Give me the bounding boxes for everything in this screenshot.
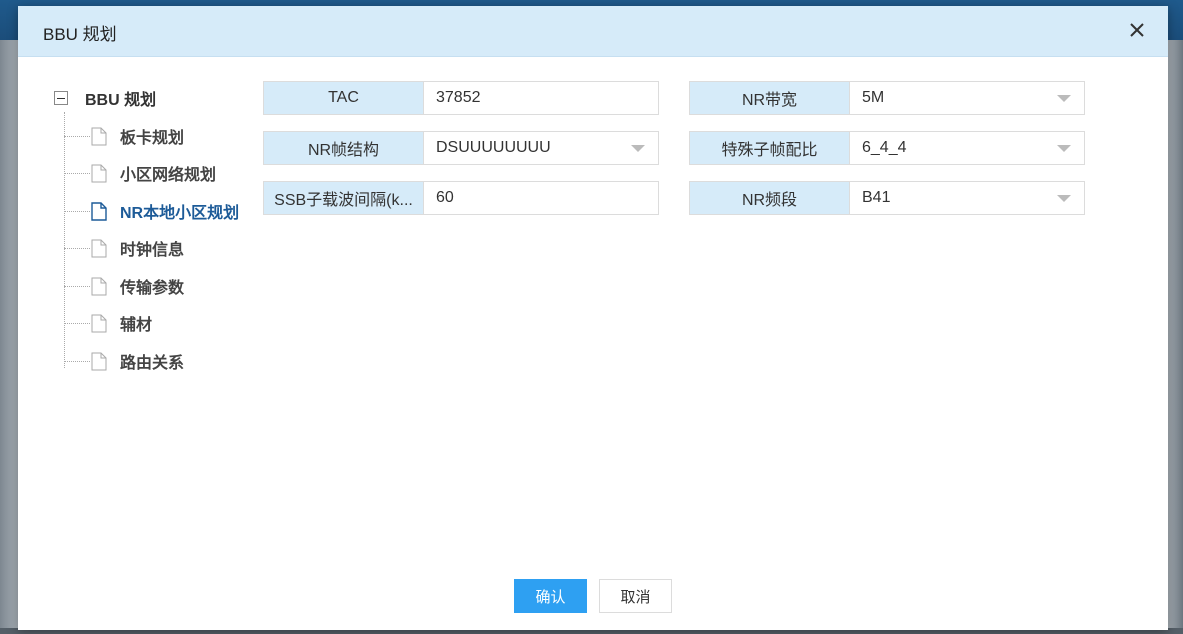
special-subframe-value: 6_4_4 <box>862 139 907 156</box>
nr-frame-structure-value: DSUUUUUUUU <box>436 139 551 156</box>
nr-band-select[interactable]: B41 <box>850 182 1084 214</box>
nr-frame-structure-field: NR帧结构 DSUUUUUUUU <box>263 131 659 165</box>
document-icon <box>91 127 107 145</box>
nr-band-label: NR频段 <box>690 182 850 214</box>
bbu-planning-dialog: BBU 规划 BBU 规划 板卡规划 小区网络规划 NR本地小区规划 时钟信息 … <box>18 6 1168 630</box>
nr-frame-structure-select[interactable]: DSUUUUUUUU <box>424 132 658 164</box>
chevron-down-icon <box>631 145 645 152</box>
planning-tree: BBU 规划 板卡规划 小区网络规划 NR本地小区规划 时钟信息 传输参数 辅材… <box>54 84 254 384</box>
document-icon <box>91 239 107 257</box>
tree-item-label: NR本地小区规划 <box>120 205 240 222</box>
document-icon <box>91 277 107 295</box>
nr-bandwidth-select[interactable]: 5M <box>850 82 1084 114</box>
nr-bandwidth-field: NR带宽 5M <box>689 81 1085 115</box>
tree-root-label: BBU 规划 <box>85 92 157 109</box>
tree-item-clock-info[interactable]: 时钟信息 <box>64 234 184 262</box>
cancel-button[interactable]: 取消 <box>599 579 672 613</box>
ssb-subcarrier-spacing-cell <box>424 182 658 214</box>
nr-bandwidth-value: 5M <box>862 89 885 106</box>
tree-item-board-planning[interactable]: 板卡规划 <box>64 122 184 150</box>
tac-value-cell <box>424 82 658 114</box>
close-button[interactable] <box>1124 17 1150 43</box>
tree-item-cell-network-planning[interactable]: 小区网络规划 <box>64 159 216 187</box>
tac-input[interactable] <box>436 89 646 107</box>
tree-root[interactable]: BBU 规划 <box>54 84 156 112</box>
tree-item-nr-local-cell-planning[interactable]: NR本地小区规划 <box>64 197 239 225</box>
document-icon <box>91 314 107 332</box>
tree-item-label: 路由关系 <box>120 355 185 372</box>
tree-item-label: 传输参数 <box>120 280 185 297</box>
special-subframe-field: 特殊子帧配比 6_4_4 <box>689 131 1085 165</box>
dialog-title: BBU 规划 <box>43 25 117 44</box>
special-subframe-select[interactable]: 6_4_4 <box>850 132 1084 164</box>
chevron-down-icon <box>1057 195 1071 202</box>
tac-label: TAC <box>264 82 424 114</box>
close-icon <box>1130 23 1144 37</box>
ssb-subcarrier-spacing-field: SSB子载波间隔(k... <box>263 181 659 215</box>
background-app-left <box>0 40 18 634</box>
confirm-button[interactable]: 确认 <box>514 579 587 613</box>
tree-item-label: 小区网络规划 <box>120 167 217 184</box>
collapse-icon[interactable] <box>54 91 68 105</box>
document-icon <box>91 201 107 221</box>
nr-frame-structure-label: NR帧结构 <box>264 132 424 164</box>
nr-band-value: B41 <box>862 189 891 206</box>
document-icon <box>91 164 107 182</box>
background-app-right <box>1168 40 1183 634</box>
tree-item-label: 辅材 <box>120 317 153 334</box>
special-subframe-label: 特殊子帧配比 <box>690 132 850 164</box>
tree-item-auxiliary-materials[interactable]: 辅材 <box>64 309 152 337</box>
chevron-down-icon <box>1057 95 1071 102</box>
ssb-subcarrier-spacing-label: SSB子载波间隔(k... <box>264 182 424 214</box>
dialog-header: BBU 规划 <box>18 6 1168 57</box>
chevron-down-icon <box>1057 145 1071 152</box>
tree-item-label: 时钟信息 <box>120 242 185 259</box>
nr-band-field: NR频段 B41 <box>689 181 1085 215</box>
nr-bandwidth-label: NR带宽 <box>690 82 850 114</box>
tree-item-routing[interactable]: 路由关系 <box>64 347 184 375</box>
tree-item-label: 板卡规划 <box>120 130 185 147</box>
tac-field: TAC <box>263 81 659 115</box>
tree-item-transmission-params[interactable]: 传输参数 <box>64 272 184 300</box>
document-icon <box>91 352 107 370</box>
ssb-subcarrier-spacing-input[interactable] <box>436 189 646 207</box>
